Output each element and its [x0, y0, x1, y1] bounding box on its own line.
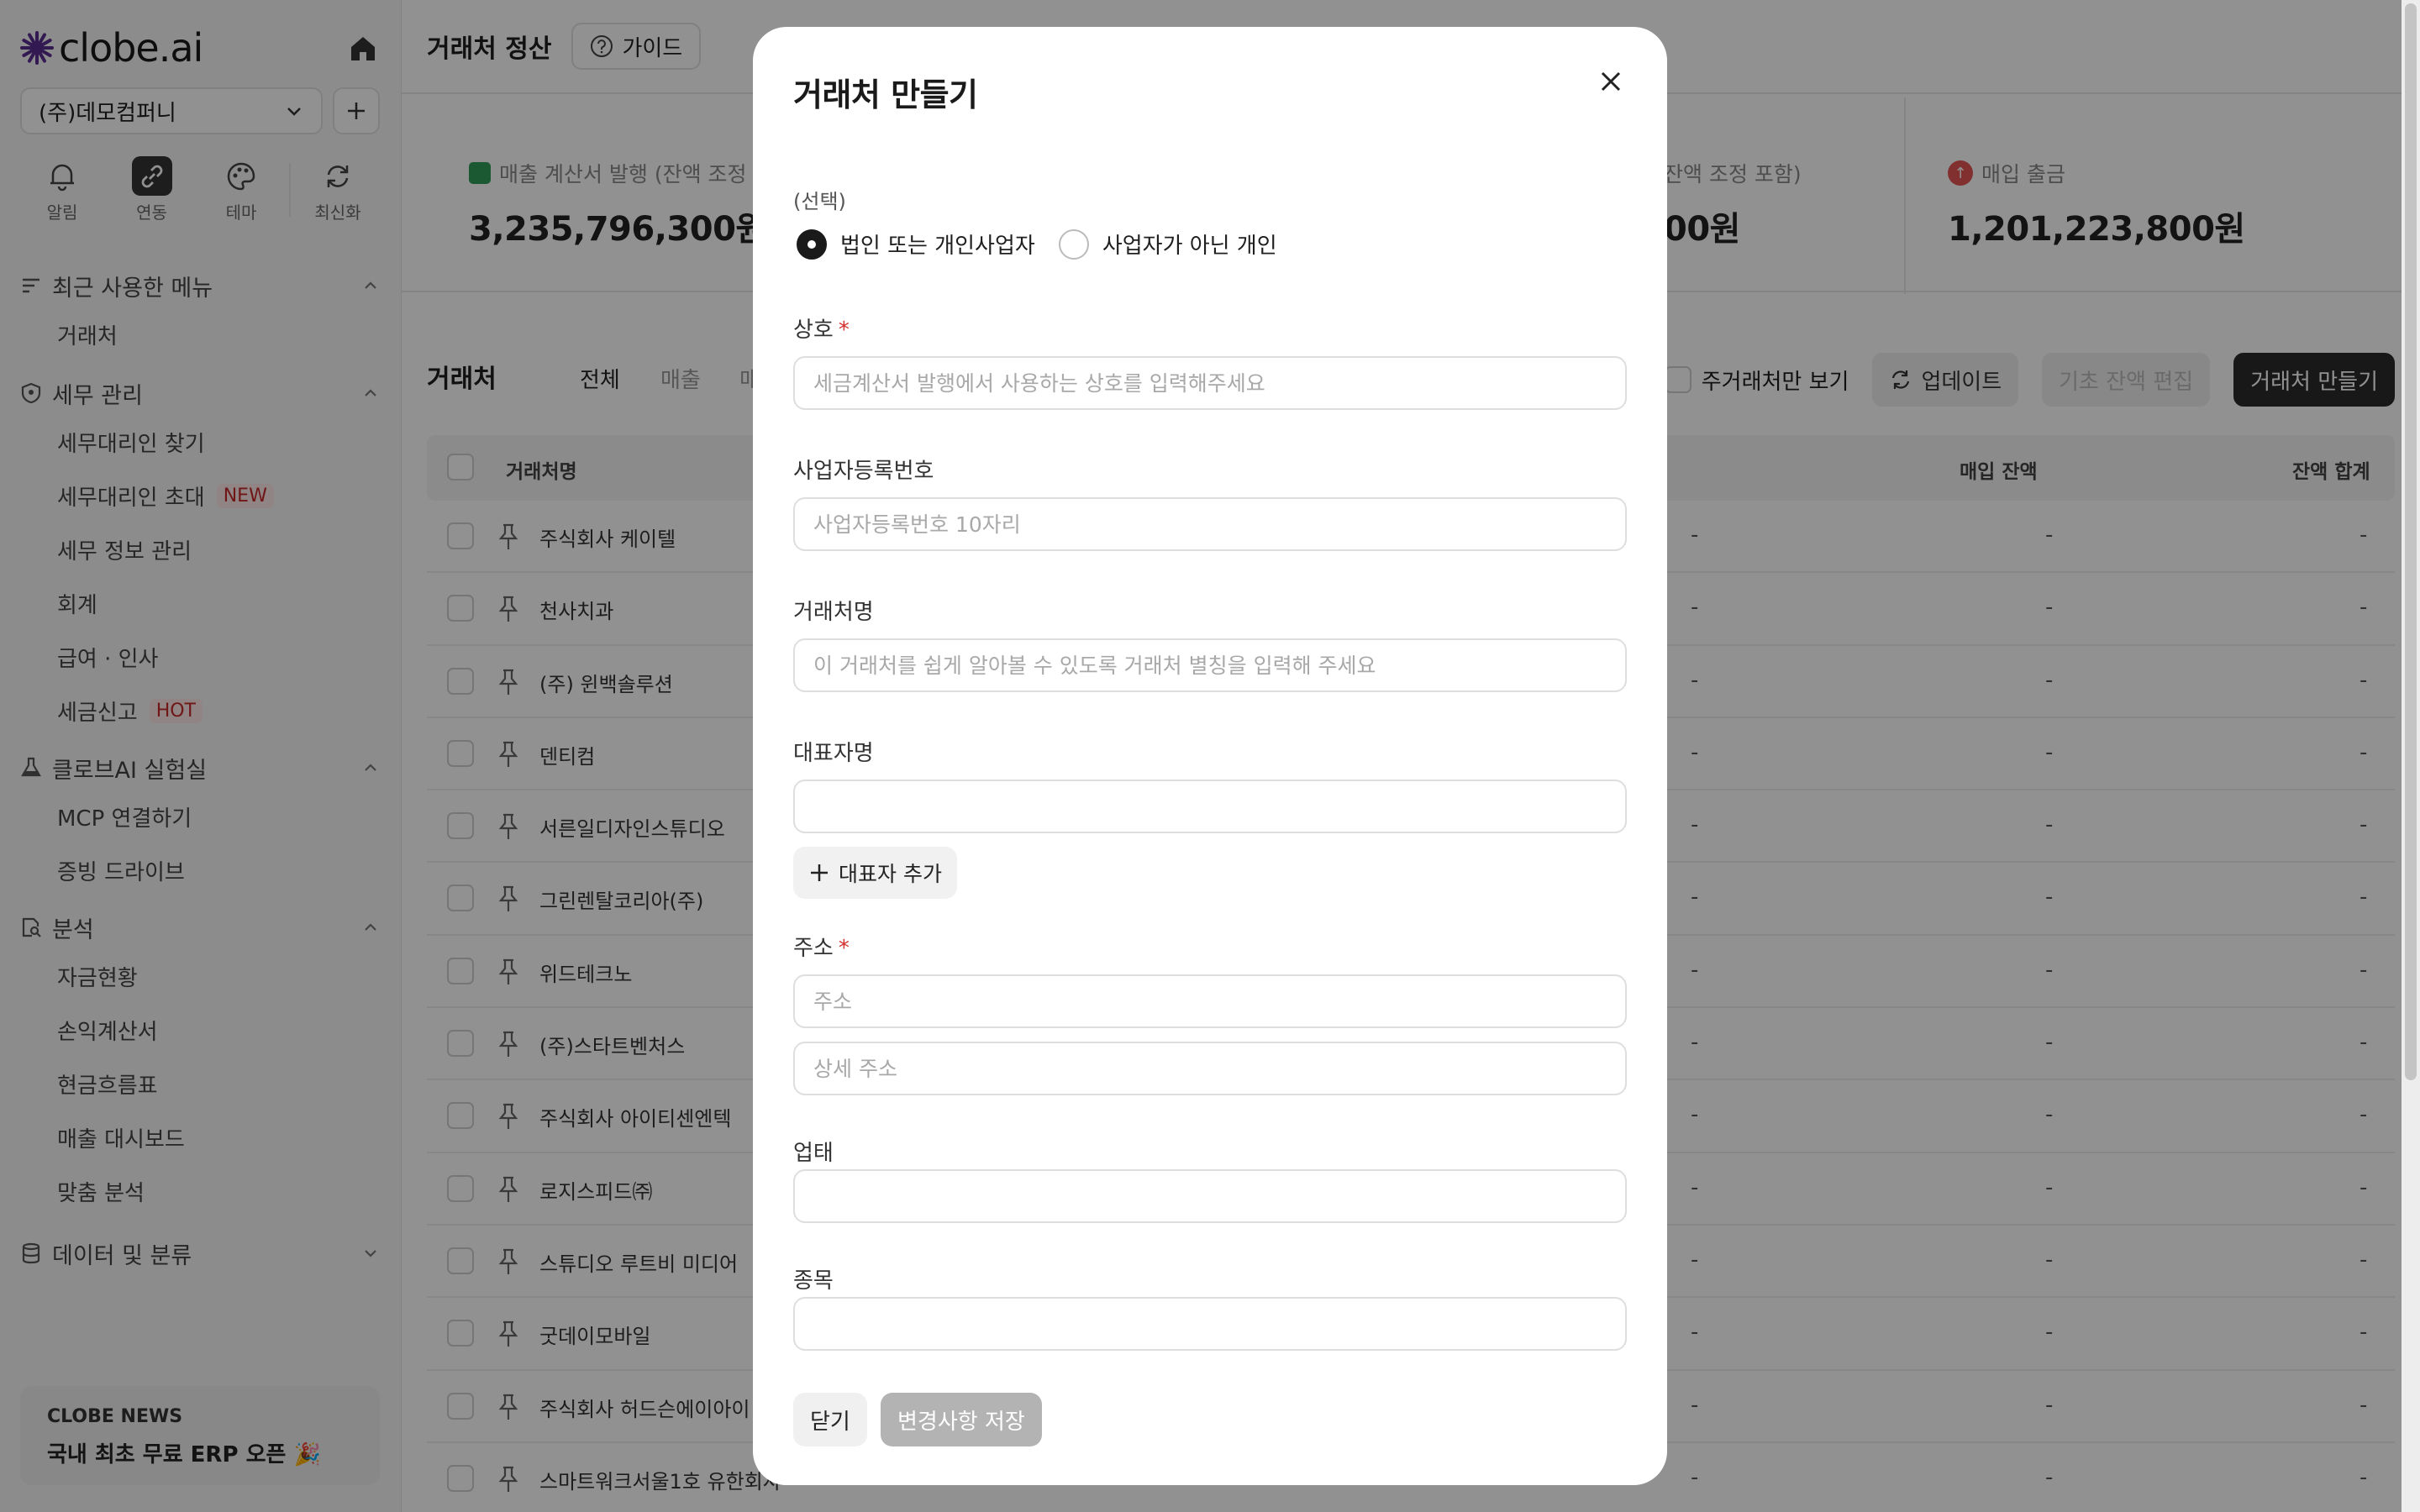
label-text: 주소	[793, 936, 834, 961]
radio-individual-label[interactable]: 사업자가 아닌 개인	[1102, 228, 1277, 260]
radio-business-label[interactable]: 법인 또는 개인사업자	[840, 228, 1035, 260]
close-button[interactable]: 닫기	[793, 1393, 867, 1446]
brn-label: 사업자등록번호	[793, 459, 934, 484]
required-mark: *	[838, 318, 850, 343]
brn-input[interactable]	[793, 497, 1627, 551]
save-button[interactable]: 변경사항 저장	[881, 1393, 1042, 1446]
required-mark: *	[838, 936, 850, 961]
client-name-label: 거래처명	[793, 600, 874, 625]
business-type-label: 업태	[793, 1141, 834, 1166]
business-item-input[interactable]	[793, 1297, 1627, 1351]
representative-label: 대표자명	[793, 741, 874, 766]
entity-type-radios: 법인 또는 개인사업자 사업자가 아닌 개인	[797, 228, 1277, 260]
scrollbar-thumb[interactable]	[2405, 3, 2417, 1080]
trade-name-label: 상호 *	[793, 312, 850, 344]
label-text: 상호	[793, 318, 834, 343]
address-label: 주소 *	[793, 931, 850, 962]
business-type-input[interactable]	[793, 1169, 1627, 1223]
add-representative-button[interactable]: 대표자 추가	[793, 847, 957, 899]
create-client-modal: 거래처 만들기 (선택) 법인 또는 개인사업자 사업자가 아닌 개인 상호 * …	[753, 27, 1667, 1485]
client-name-input[interactable]	[793, 638, 1627, 692]
address-detail-input[interactable]	[793, 1042, 1627, 1095]
modal-title: 거래처 만들기	[793, 76, 978, 113]
radio-business[interactable]	[797, 228, 827, 260]
address-input[interactable]	[793, 974, 1627, 1028]
add-representative-label: 대표자 추가	[839, 862, 942, 886]
representative-input[interactable]	[793, 780, 1627, 833]
trade-name-input[interactable]	[793, 356, 1627, 410]
plus-icon	[811, 864, 828, 881]
optional-hint: (선택)	[793, 190, 846, 213]
radio-individual[interactable]	[1058, 228, 1089, 260]
close-icon[interactable]	[1595, 66, 1627, 97]
business-item-label: 종목	[793, 1268, 834, 1294]
